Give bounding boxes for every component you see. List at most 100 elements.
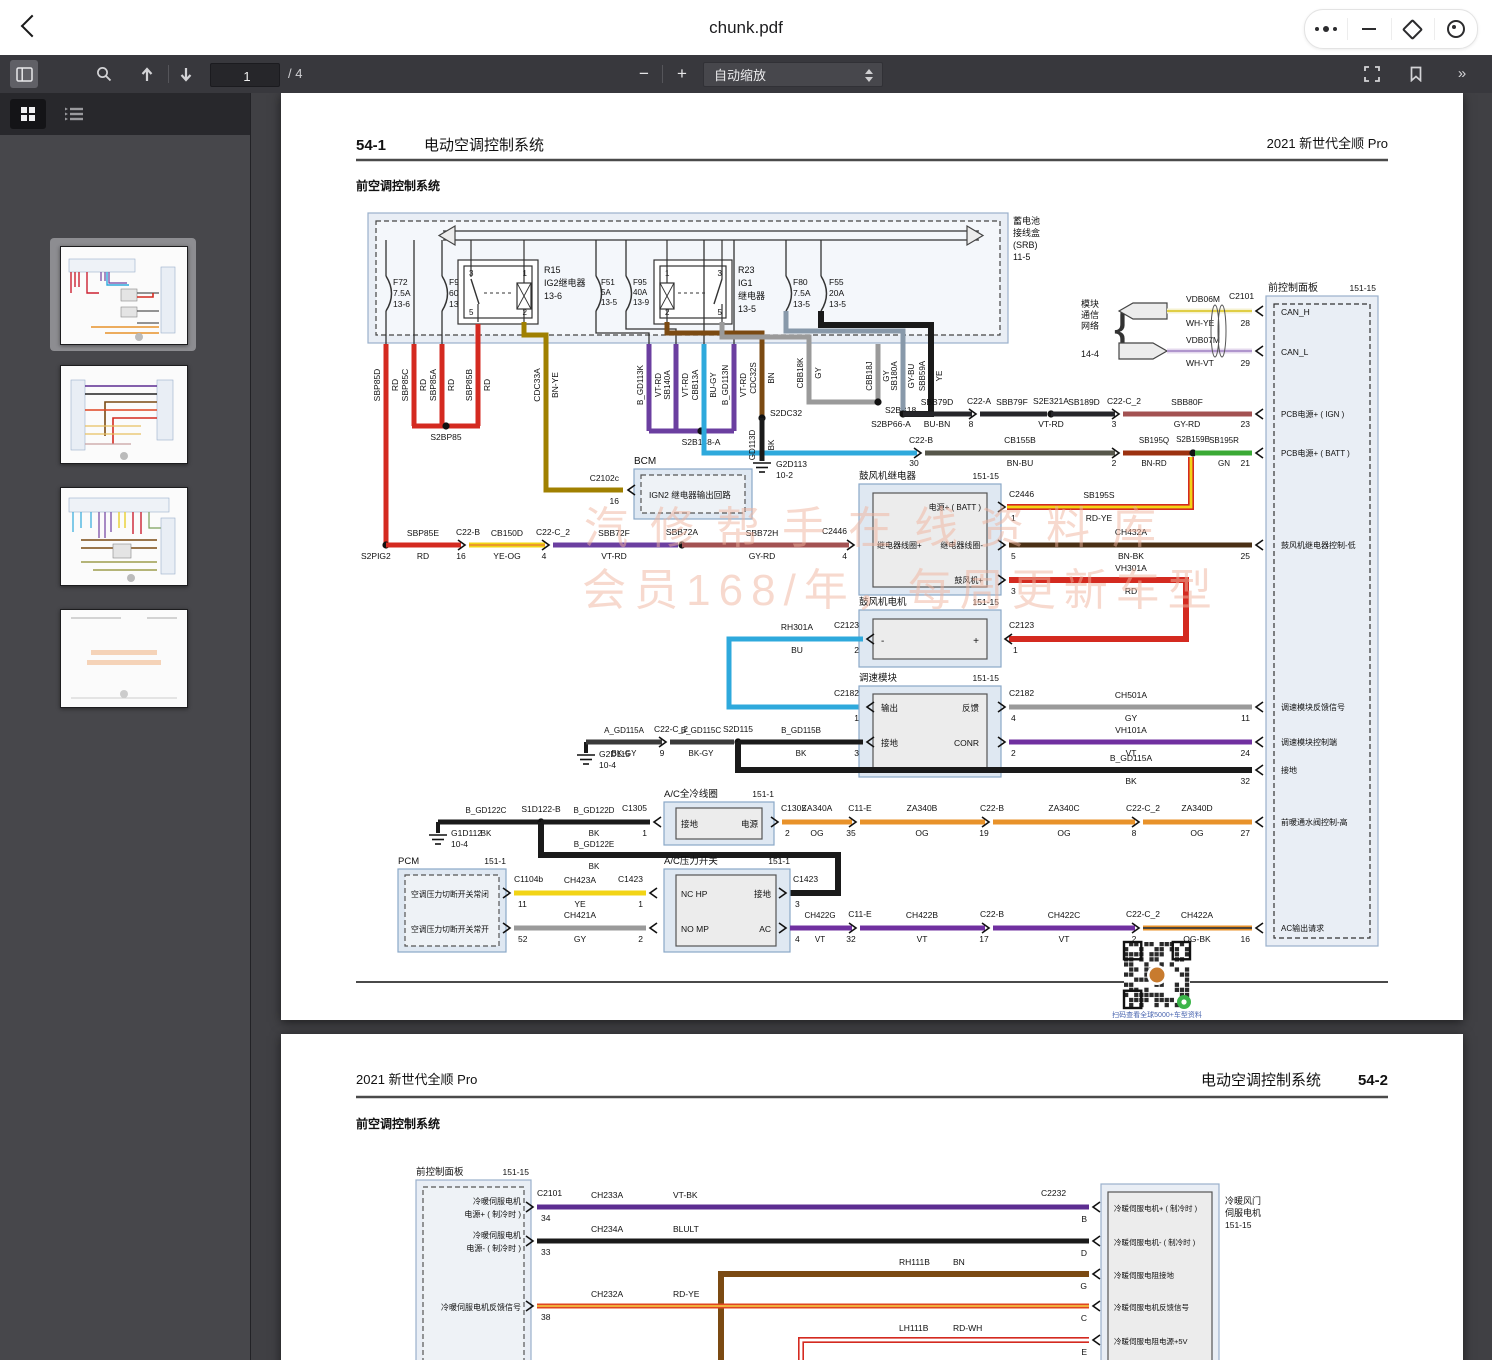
multitask-icon[interactable] bbox=[1391, 18, 1434, 40]
diagram-label: 20A bbox=[829, 288, 844, 298]
diagram-label: RH111B bbox=[899, 1257, 930, 1267]
diagram-label: C2123 bbox=[834, 620, 859, 630]
diagram-label: OG bbox=[810, 828, 823, 838]
diagram-label: ZA340D bbox=[1181, 803, 1212, 813]
diagram-label: 17 bbox=[979, 934, 989, 944]
diagram-label: RH301A bbox=[781, 622, 813, 632]
diagram-label: GY bbox=[574, 934, 587, 944]
diagram-label: B_GD113K bbox=[636, 364, 645, 405]
diagram-label: CH422B bbox=[906, 910, 938, 920]
diagram-label: 2 bbox=[785, 828, 790, 838]
pdf-viewer[interactable]: 54-1电动空调控制系统2021 新世代全顺 Pro前空调控制系统蓄电池接线盒(… bbox=[251, 93, 1492, 1360]
diagram-label: 23 bbox=[1241, 419, 1251, 429]
diagram-label: 8 bbox=[969, 419, 974, 429]
diagram-label: 前空调控制系统 bbox=[356, 178, 440, 193]
diagram-label: 冷暖风门 bbox=[1225, 1195, 1261, 1206]
diagram-label: 30 bbox=[909, 458, 919, 468]
thumbnail-page-4[interactable] bbox=[60, 609, 186, 706]
diagram-label: A/C全冷线圈 bbox=[664, 788, 718, 800]
diagram-label: 2 bbox=[1011, 748, 1016, 758]
search-button[interactable] bbox=[90, 60, 118, 88]
connector-arrow-icon bbox=[1256, 737, 1263, 747]
diagram-label: 接地 bbox=[1281, 765, 1297, 775]
diagram-label: BU-GY bbox=[709, 372, 718, 398]
bookmark-button[interactable] bbox=[1402, 60, 1430, 88]
diagram-label: SBP85E bbox=[407, 528, 439, 538]
diagram-label: CDC32S bbox=[749, 362, 758, 394]
diagram-label: 13-6 bbox=[544, 291, 562, 301]
thumbnail-diagram bbox=[61, 366, 187, 463]
thumbnail-diagram bbox=[61, 488, 187, 585]
diagram-label: A_GD115A bbox=[604, 726, 645, 735]
thumbnail-page-image bbox=[60, 246, 188, 345]
diagram-label: F95 bbox=[633, 278, 647, 287]
diagram-label: 汽修帮手在线资料库 bbox=[584, 504, 1178, 553]
thumbnail-page-3[interactable] bbox=[60, 487, 186, 584]
diagram-label: CBB13A bbox=[691, 369, 700, 400]
diagram-label: CDC33A bbox=[532, 368, 542, 402]
diagram-label: OG bbox=[1190, 828, 1203, 838]
thumbnail-page-1[interactable] bbox=[60, 246, 186, 343]
diagram-label: 10-4 bbox=[451, 839, 468, 849]
diagram-label: 冷暖伺服电阻接地 bbox=[1114, 1270, 1174, 1280]
diagram-label: OG bbox=[1057, 828, 1070, 838]
diagram-label: C22-C_2 bbox=[1107, 396, 1141, 406]
diagram-label: 冷暖伺服电机反馈信号 bbox=[441, 1302, 521, 1312]
diagram-label: OG bbox=[915, 828, 928, 838]
connector-arrow-icon bbox=[1256, 817, 1263, 827]
diagram-label: CB150D bbox=[491, 528, 523, 538]
wiring-diagram-page-2: 2021 新世代全顺 Pro电动空调控制系统54-2前空调控制系统前控制面板15… bbox=[281, 1034, 1463, 1360]
diagram-label: B_GD122E bbox=[574, 840, 614, 849]
diagram-label: F55 bbox=[829, 277, 844, 287]
page-number-input[interactable] bbox=[211, 64, 283, 88]
page-down-button[interactable] bbox=[172, 60, 200, 88]
connector-arrow-icon bbox=[1256, 448, 1263, 458]
toolbar-more-button[interactable]: » bbox=[1448, 60, 1476, 88]
more-icon[interactable] bbox=[1305, 18, 1347, 40]
diagram-label: YE-OG bbox=[493, 551, 520, 561]
diagram-label: BLULT bbox=[673, 1224, 699, 1234]
page-up-button[interactable] bbox=[133, 60, 161, 88]
diagram-label: SB195R bbox=[1209, 436, 1239, 445]
diagram-label: 1 bbox=[854, 713, 859, 723]
diagram-label: 5A bbox=[601, 288, 611, 297]
minimize-icon[interactable] bbox=[1347, 18, 1390, 40]
diagram-label: 151-15 bbox=[973, 471, 1000, 481]
diagram-label: 3 bbox=[854, 748, 859, 758]
diagram-label: 冷暖伺服电机+ ( 制冷时 ) bbox=[1114, 1203, 1198, 1213]
diagram-label: 13-6 bbox=[393, 299, 410, 309]
outline-view-button[interactable] bbox=[56, 99, 92, 129]
connector-arrow-icon bbox=[650, 923, 657, 933]
diagram-label: 27 bbox=[1241, 828, 1251, 838]
thumbnails-view-button[interactable] bbox=[10, 99, 46, 129]
diagram-label: C2102c bbox=[590, 473, 620, 483]
diagram-label: 接地 bbox=[681, 819, 699, 829]
diagram-label: 2 bbox=[854, 645, 859, 655]
zoom-in-button[interactable]: + bbox=[668, 60, 696, 88]
diagram-label: S2B159B bbox=[1176, 435, 1210, 444]
diagram-label: BK-GY bbox=[612, 749, 638, 758]
diagram-label: GD113D bbox=[748, 430, 757, 461]
diagram-label: 1 bbox=[638, 899, 643, 909]
sidebar-toggle-button[interactable] bbox=[10, 60, 38, 88]
diagram-label: 9 bbox=[660, 748, 665, 758]
diagram-label: 13-9 bbox=[633, 298, 650, 307]
diagram-label: 35 bbox=[846, 828, 856, 838]
zoom-out-button[interactable]: − bbox=[630, 60, 658, 88]
ground-icon bbox=[429, 835, 447, 844]
diagram-label: NC HP bbox=[681, 889, 708, 899]
diagram-label: + bbox=[973, 636, 979, 647]
sidebar bbox=[0, 93, 251, 1360]
zoom-select[interactable]: 自动缩放 bbox=[703, 62, 883, 87]
diagram-label: GY-RD bbox=[1174, 419, 1201, 429]
diagram-label: 蓄电池 bbox=[1013, 215, 1040, 226]
diagram-label: 19 bbox=[979, 828, 989, 838]
thumbnail-page-2[interactable] bbox=[60, 365, 186, 462]
diagram-label: 40A bbox=[633, 288, 648, 297]
connector-arrow-icon bbox=[1256, 306, 1263, 316]
target-icon[interactable] bbox=[1434, 18, 1477, 40]
diagram-label: 3 bbox=[795, 899, 800, 909]
diagram-label: SBP85C bbox=[400, 369, 410, 402]
diagram-label: S2DC32 bbox=[770, 408, 802, 418]
presentation-mode-button[interactable] bbox=[1358, 60, 1386, 88]
